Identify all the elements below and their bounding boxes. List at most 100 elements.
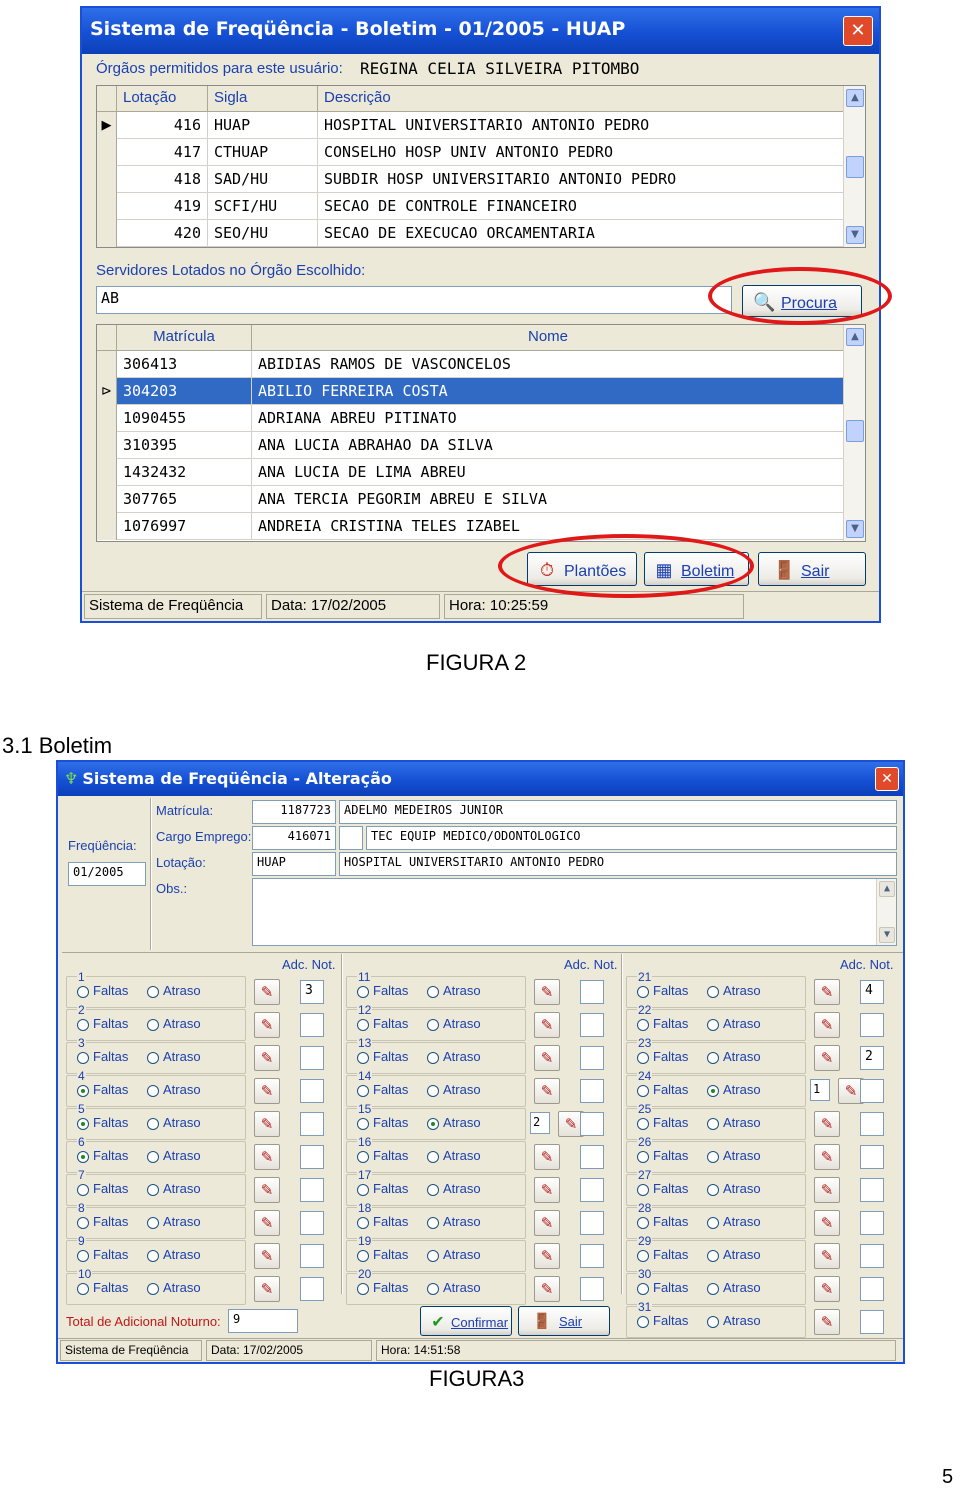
- atraso-radio[interactable]: [707, 1184, 719, 1196]
- obs-scrollbar[interactable]: ▲ ▼: [876, 879, 896, 945]
- faltas-radio[interactable]: [357, 1283, 369, 1295]
- atraso-radio[interactable]: [427, 1250, 439, 1262]
- edit-day-button[interactable]: ✎: [254, 1111, 280, 1137]
- faltas-radio[interactable]: [77, 1118, 89, 1130]
- adc-noturno-field[interactable]: [580, 1244, 604, 1268]
- edit-day-button[interactable]: ✎: [814, 1144, 840, 1170]
- orgs-scrollbar[interactable]: ▲ ▼: [843, 86, 865, 247]
- adc-noturno-field[interactable]: [860, 1112, 884, 1136]
- edit-day-button[interactable]: ✎: [534, 1012, 560, 1038]
- atraso-radio[interactable]: [707, 1283, 719, 1295]
- atraso-radio[interactable]: [147, 1250, 159, 1262]
- atraso-radio[interactable]: [147, 1184, 159, 1196]
- adc-noturno-field[interactable]: [300, 1013, 324, 1037]
- table-row[interactable]: 1432432 ANA LUCIA DE LIMA ABREU: [97, 459, 865, 486]
- edit-day-button[interactable]: ✎: [534, 1276, 560, 1302]
- edit-day-button[interactable]: ✎: [814, 1276, 840, 1302]
- table-row[interactable]: 1076997 ANDREIA CRISTINA TELES IZABEL: [97, 513, 865, 540]
- edit-day-button[interactable]: ✎: [814, 1243, 840, 1269]
- edit-day-button[interactable]: ✎: [534, 1210, 560, 1236]
- scroll-up-icon[interactable]: ▲: [846, 89, 864, 107]
- adc-noturno-field[interactable]: [860, 1178, 884, 1202]
- adc-noturno-field[interactable]: [300, 1112, 324, 1136]
- adc-noturno-field[interactable]: [580, 980, 604, 1004]
- adc-noturno-field[interactable]: [860, 1244, 884, 1268]
- adc-noturno-field[interactable]: [580, 1013, 604, 1037]
- faltas-radio[interactable]: [357, 1184, 369, 1196]
- atraso-radio[interactable]: [707, 1052, 719, 1064]
- faltas-radio[interactable]: [637, 1085, 649, 1097]
- atraso-radio[interactable]: [427, 1052, 439, 1064]
- servers-grid[interactable]: Matrícula Nome 306413 ABIDIAS RAMOS DE VA…: [96, 324, 866, 542]
- atraso-minutes-field[interactable]: 1: [810, 1079, 830, 1101]
- faltas-radio[interactable]: [637, 1250, 649, 1262]
- atraso-radio[interactable]: [707, 1151, 719, 1163]
- adc-noturno-field[interactable]: [580, 1211, 604, 1235]
- adc-noturno-field[interactable]: 4: [860, 980, 884, 1004]
- adc-noturno-field[interactable]: [860, 1145, 884, 1169]
- adc-noturno-field[interactable]: [580, 1046, 604, 1070]
- column-header-sigla[interactable]: Sigla: [208, 86, 318, 112]
- adc-noturno-field[interactable]: [860, 1277, 884, 1301]
- faltas-radio[interactable]: [637, 986, 649, 998]
- faltas-radio[interactable]: [77, 1184, 89, 1196]
- orgs-grid[interactable]: Lotação Sigla Descrição ▶ 416 HUAP HOSPITAL…: [96, 85, 866, 248]
- column-header-matricula[interactable]: Matrícula: [117, 325, 252, 351]
- adc-noturno-field[interactable]: [580, 1277, 604, 1301]
- scroll-thumb[interactable]: [846, 420, 864, 442]
- table-row[interactable]: 420 SEO/HU SECAO DE EXECUCAO ORCAMENTARIA: [97, 220, 865, 247]
- adc-noturno-field[interactable]: [300, 1178, 324, 1202]
- scroll-down-icon[interactable]: ▼: [879, 927, 895, 943]
- edit-day-button[interactable]: ✎: [534, 1078, 560, 1104]
- atraso-radio[interactable]: [707, 1118, 719, 1130]
- table-row[interactable]: 1090455 ADRIANA ABREU PITINATO: [97, 405, 865, 432]
- edit-day-button[interactable]: ✎: [254, 1177, 280, 1203]
- edit-day-button[interactable]: ✎: [254, 1078, 280, 1104]
- edit-day-button[interactable]: ✎: [254, 1144, 280, 1170]
- faltas-radio[interactable]: [77, 1217, 89, 1229]
- atraso-radio[interactable]: [427, 1283, 439, 1295]
- edit-day-button[interactable]: ✎: [534, 979, 560, 1005]
- atraso-radio[interactable]: [147, 1019, 159, 1031]
- scroll-down-icon[interactable]: ▼: [846, 520, 864, 538]
- faltas-radio[interactable]: [77, 1151, 89, 1163]
- atraso-radio[interactable]: [147, 1085, 159, 1097]
- atraso-radio[interactable]: [147, 1052, 159, 1064]
- obs-textarea[interactable]: ▲ ▼: [252, 878, 897, 946]
- atraso-radio[interactable]: [707, 986, 719, 998]
- faltas-radio[interactable]: [357, 1085, 369, 1097]
- frequencia-field[interactable]: 01/2005: [68, 862, 146, 886]
- edit-day-button[interactable]: ✎: [254, 1210, 280, 1236]
- edit-day-button[interactable]: ✎: [534, 1045, 560, 1071]
- edit-day-button[interactable]: ✎: [254, 1045, 280, 1071]
- table-row[interactable]: 418 SAD/HU SUBDIR HOSP UNIVERSITARIO ANTON…: [97, 166, 865, 193]
- edit-day-button[interactable]: ✎: [254, 1276, 280, 1302]
- faltas-radio[interactable]: [77, 1019, 89, 1031]
- atraso-radio[interactable]: [427, 1217, 439, 1229]
- faltas-radio[interactable]: [637, 1283, 649, 1295]
- close-button[interactable]: ✕: [875, 767, 899, 791]
- adc-noturno-field[interactable]: 2: [860, 1046, 884, 1070]
- table-row[interactable]: 417 CTHUAP CONSELHO HOSP UNIV ANTONIO PEDR…: [97, 139, 865, 166]
- edit-day-button[interactable]: ✎: [814, 1012, 840, 1038]
- adc-noturno-field[interactable]: [860, 1211, 884, 1235]
- adc-noturno-field[interactable]: [300, 1145, 324, 1169]
- atraso-radio[interactable]: [147, 1283, 159, 1295]
- atraso-radio[interactable]: [427, 1184, 439, 1196]
- edit-day-button[interactable]: ✎: [254, 1243, 280, 1269]
- adc-noturno-field[interactable]: [580, 1112, 604, 1136]
- table-row[interactable]: 307765 ANA TERCIA PEGORIM ABREU E SILVA: [97, 486, 865, 513]
- faltas-radio[interactable]: [637, 1019, 649, 1031]
- column-header-nome[interactable]: Nome: [252, 325, 845, 351]
- edit-day-button[interactable]: ✎: [814, 1045, 840, 1071]
- faltas-radio[interactable]: [357, 1052, 369, 1064]
- atraso-radio[interactable]: [427, 1151, 439, 1163]
- scroll-thumb[interactable]: [846, 156, 864, 178]
- edit-day-button[interactable]: ✎: [814, 1177, 840, 1203]
- atraso-radio[interactable]: [147, 1217, 159, 1229]
- faltas-radio[interactable]: [357, 1217, 369, 1229]
- adc-noturno-field[interactable]: [860, 1310, 884, 1334]
- faltas-radio[interactable]: [77, 986, 89, 998]
- edit-day-button[interactable]: ✎: [814, 1210, 840, 1236]
- faltas-radio[interactable]: [637, 1316, 649, 1328]
